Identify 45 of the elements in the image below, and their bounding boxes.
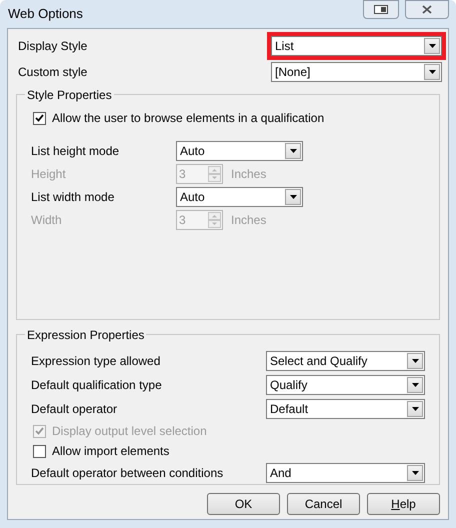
dropdown-arrow-icon (428, 70, 436, 74)
dropdown-arrow-icon (412, 471, 418, 475)
field-label: List width mode (31, 188, 116, 206)
close-button[interactable] (405, 0, 449, 19)
unit-label: Inches (231, 166, 266, 182)
checkbox[interactable] (33, 112, 46, 124)
window-icon (374, 5, 388, 14)
dropdown[interactable]: Select and Qualify (266, 351, 425, 371)
checkbox-label: Display output level selection (52, 423, 207, 440)
dropdown[interactable]: Default (266, 399, 425, 419)
field-label: List height mode (31, 142, 120, 160)
dropdown-arrow-icon (428, 44, 436, 48)
dropdown-arrow-icon (412, 407, 418, 411)
dialog-button[interactable]: OK (207, 493, 280, 515)
checkmark-icon (35, 427, 44, 435)
checkbox-label: Allow the user to browse elements in a qualification (52, 110, 324, 127)
dropdown-arrow-icon (290, 148, 296, 152)
close-icon (422, 5, 432, 14)
field-label: Default qualification type (31, 377, 163, 394)
field-label: Default operator (31, 401, 118, 418)
dropdown-arrow-icon (412, 383, 418, 387)
dropdown[interactable]: Auto (176, 186, 303, 206)
window-title: Web Options (8, 5, 83, 24)
dropdown-arrow-icon (290, 194, 296, 198)
checkmark-icon (35, 114, 44, 122)
unit-label: Inches (231, 212, 266, 228)
dropdown[interactable]: List (271, 36, 442, 56)
checkbox-label: Allow import elements (52, 443, 170, 460)
field-label: Width (31, 212, 63, 228)
field-label: Height (31, 166, 67, 182)
checkbox[interactable] (33, 444, 46, 458)
dialog-button[interactable]: Help (367, 493, 440, 515)
dropdown[interactable]: Auto (176, 140, 303, 160)
field-label: Expression type allowed (31, 353, 162, 370)
spin-arrows-icon (208, 212, 221, 228)
dropdown-arrow-icon (412, 359, 418, 363)
spin-arrows-icon (208, 166, 221, 182)
dropdown[interactable]: And (266, 463, 425, 483)
dropdown[interactable]: Qualify (266, 375, 425, 395)
dialog-button[interactable]: Cancel (287, 493, 360, 515)
field-label: Custom style (18, 64, 88, 81)
dropdown[interactable]: [None] (271, 62, 442, 82)
field-label: Default operator between conditions (31, 465, 224, 482)
field-label: Display Style (18, 38, 88, 55)
restore-button[interactable] (363, 0, 399, 19)
